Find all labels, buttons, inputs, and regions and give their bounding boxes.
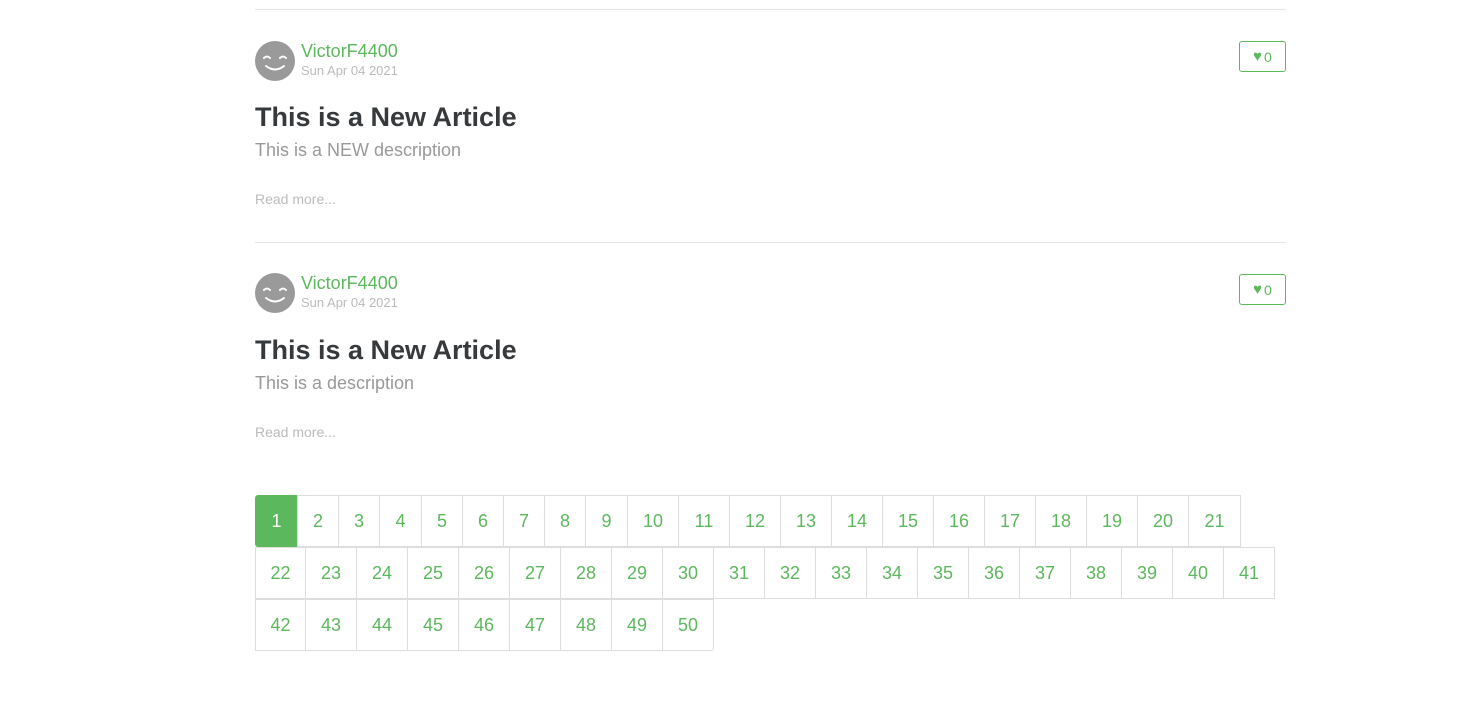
page-link[interactable]: 11	[678, 495, 730, 547]
page-link[interactable]: 30	[662, 547, 714, 599]
page-link[interactable]: 20	[1137, 495, 1189, 547]
read-more-link[interactable]: Read more...	[255, 191, 336, 207]
page-link[interactable]: 24	[356, 547, 408, 599]
page-link[interactable]: 28	[560, 547, 612, 599]
heart-icon: ♥	[1253, 281, 1263, 298]
page-link[interactable]: 46	[458, 599, 510, 651]
page-link[interactable]: 5	[421, 495, 463, 547]
avatar[interactable]	[255, 41, 295, 81]
article-title[interactable]: This is a New Article	[255, 101, 517, 133]
page-link[interactable]: 33	[815, 547, 867, 599]
page-link[interactable]: 25	[407, 547, 459, 599]
page-link[interactable]: 42	[255, 599, 306, 651]
page-link[interactable]: 27	[509, 547, 561, 599]
page-link[interactable]: 37	[1019, 547, 1071, 599]
page-link[interactable]: 36	[968, 547, 1020, 599]
pagination-row: 1 2 3 4 5 6 7 8 9 10 11 12 13 14 15 16 1…	[255, 495, 1241, 547]
page-link[interactable]: 2	[297, 495, 339, 547]
page-link[interactable]: 17	[984, 495, 1036, 547]
page-link[interactable]: 9	[585, 495, 628, 547]
article-description[interactable]: This is a description	[255, 372, 414, 394]
read-more-link[interactable]: Read more...	[255, 424, 336, 440]
article-title[interactable]: This is a New Article	[255, 334, 517, 366]
article-description[interactable]: This is a NEW description	[255, 139, 461, 161]
page-link[interactable]: 8	[544, 495, 586, 547]
page-link[interactable]: 10	[627, 495, 679, 547]
article-date: Sun Apr 04 2021	[301, 295, 398, 310]
page-link[interactable]: 1	[255, 495, 298, 547]
article-date: Sun Apr 04 2021	[301, 63, 398, 78]
page-link[interactable]: 18	[1035, 495, 1087, 547]
page-link[interactable]: 44	[356, 599, 408, 651]
page-link[interactable]: 26	[458, 547, 510, 599]
article-divider	[255, 242, 1286, 243]
page-link[interactable]: 40	[1172, 547, 1224, 599]
page-link[interactable]: 13	[780, 495, 832, 547]
page-link[interactable]: 48	[560, 599, 612, 651]
page-link[interactable]: 16	[933, 495, 985, 547]
page-link[interactable]: 6	[462, 495, 504, 547]
pagination-row: 42 43 44 45 46 47 48 49 50	[255, 599, 714, 651]
page-link[interactable]: 22	[255, 547, 306, 599]
page-link[interactable]: 49	[611, 599, 663, 651]
page-link[interactable]: 7	[503, 495, 545, 547]
page-link[interactable]: 35	[917, 547, 969, 599]
page-link[interactable]: 34	[866, 547, 918, 599]
page-link[interactable]: 3	[338, 495, 380, 547]
favorite-count: 0	[1264, 281, 1272, 298]
page-link[interactable]: 19	[1086, 495, 1138, 547]
page-link[interactable]: 29	[611, 547, 663, 599]
page-link[interactable]: 23	[305, 547, 357, 599]
page-link[interactable]: 43	[305, 599, 357, 651]
page-link[interactable]: 12	[729, 495, 781, 547]
author-link[interactable]: VictorF4400	[301, 41, 398, 61]
pagination-row: 22 23 24 25 26 27 28 29 30 31 32 33 34 3…	[255, 547, 1275, 599]
page-link[interactable]: 38	[1070, 547, 1122, 599]
favorite-count: 0	[1264, 48, 1272, 65]
page-link[interactable]: 4	[379, 495, 422, 547]
page-link[interactable]: 39	[1121, 547, 1173, 599]
feed-top-divider	[255, 9, 1286, 10]
page-link[interactable]: 15	[882, 495, 934, 547]
author-link[interactable]: VictorF4400	[301, 273, 398, 293]
heart-icon: ♥	[1253, 48, 1263, 65]
page-link[interactable]: 32	[764, 547, 816, 599]
page-link[interactable]: 31	[713, 547, 765, 599]
page-link[interactable]: 41	[1223, 547, 1275, 599]
favorite-button[interactable]: ♥ 0	[1239, 274, 1286, 305]
page-link[interactable]: 50	[662, 599, 714, 651]
page-link[interactable]: 47	[509, 599, 561, 651]
avatar[interactable]	[255, 273, 295, 313]
page-link[interactable]: 45	[407, 599, 459, 651]
page-link[interactable]: 14	[831, 495, 883, 547]
smiley-avatar-icon	[263, 55, 287, 71]
smiley-avatar-icon	[263, 287, 287, 303]
favorite-button[interactable]: ♥ 0	[1239, 41, 1286, 72]
page-link[interactable]: 21	[1188, 495, 1241, 547]
